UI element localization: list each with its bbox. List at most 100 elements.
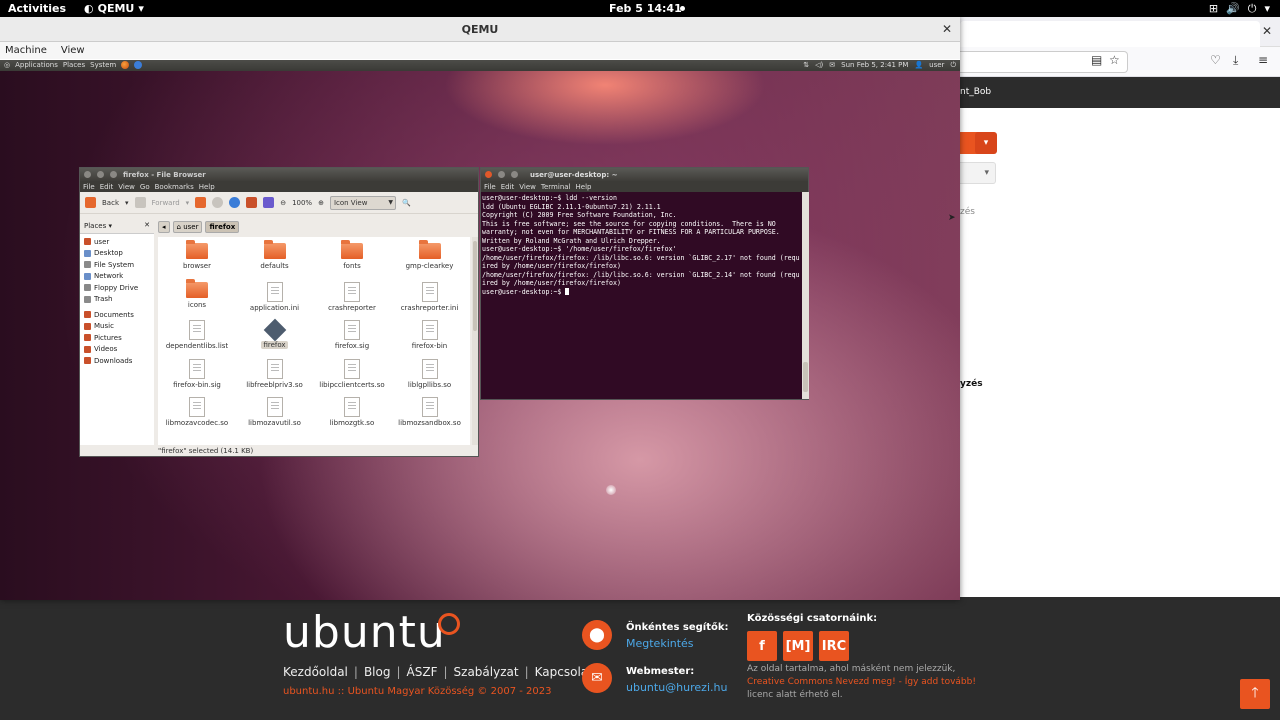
close-sidebar-icon[interactable]: ✕ [144, 221, 150, 229]
url-bar[interactable] [960, 51, 1128, 73]
fb-menu-go[interactable]: Go [140, 183, 150, 191]
power-icon[interactable]: ⏻ [950, 61, 956, 70]
places-select[interactable]: Places [84, 222, 106, 230]
scrollbar-thumb[interactable] [803, 362, 808, 392]
terminal-scrollbar[interactable] [802, 192, 809, 399]
guest-clock[interactable]: Sun Feb 5, 2:41 PM [841, 61, 908, 70]
firefox-tab[interactable] [960, 21, 1260, 47]
guest-menu-applications[interactable]: Applications [15, 61, 58, 69]
fb-menu-file[interactable]: File [83, 183, 95, 191]
irc-icon[interactable]: IRC [819, 631, 849, 661]
minimize-icon[interactable] [97, 171, 104, 178]
guest-menu-places[interactable]: Places [63, 61, 85, 69]
file-item[interactable]: firefox [236, 318, 314, 349]
place-music[interactable]: Music [80, 321, 154, 333]
place-network[interactable]: Network [80, 271, 154, 283]
terminal-titlebar[interactable]: user@user-desktop: ~ [481, 168, 808, 181]
path-crumb-firefox[interactable]: firefox [205, 220, 240, 233]
ubuntu-logo[interactable]: ubuntu [283, 607, 446, 658]
footer-link-blog[interactable]: Blog [364, 665, 391, 679]
reload-icon[interactable] [229, 197, 241, 208]
bookmark-star-icon[interactable]: ☆ [1109, 53, 1120, 67]
pocket-icon[interactable]: ♡ [1210, 53, 1221, 67]
term-menu-edit[interactable]: Edit [501, 183, 515, 191]
license-link[interactable]: Creative Commons Nevezd meg! - Így add t… [747, 676, 987, 689]
close-icon[interactable] [84, 171, 91, 178]
ubuntu-menu-icon[interactable]: ◎ [4, 61, 10, 69]
zoom-out-icon[interactable]: ⊖ [280, 199, 286, 207]
icon-view-scrollbar[interactable] [472, 237, 478, 445]
downloads-icon[interactable]: ⤓ [1233, 53, 1238, 68]
file-item[interactable]: libmozavcodec.so [158, 397, 236, 427]
file-item[interactable]: dependentlibs.list [158, 320, 236, 350]
help-launcher-icon[interactable] [134, 61, 143, 69]
footer-link-rules[interactable]: Szabályzat [454, 665, 519, 679]
guest-user[interactable]: user [929, 61, 944, 70]
scroll-to-top-button[interactable]: 🡑 [1240, 679, 1270, 709]
file-item[interactable]: libmozavutil.so [236, 397, 314, 427]
place-desktop[interactable]: Desktop [80, 248, 154, 260]
fb-menu-view[interactable]: View [118, 183, 135, 191]
qemu-titlebar[interactable]: QEMU ✕ [0, 17, 960, 42]
fb-menu-bookmarks[interactable]: Bookmarks [155, 183, 194, 191]
place-pictures[interactable]: Pictures [80, 332, 154, 344]
file-browser-titlebar[interactable]: firefox - File Browser [80, 168, 478, 181]
back-button[interactable]: Back [102, 199, 119, 207]
terminal-prompt-line[interactable]: user@user-desktop:~$ [482, 287, 802, 297]
scrollbar-thumb[interactable] [473, 241, 477, 331]
menu-machine[interactable]: Machine [5, 45, 47, 59]
maximize-icon[interactable] [110, 171, 117, 178]
facebook-icon[interactable]: f [747, 631, 777, 661]
terminal-output[interactable]: user@user-desktop:~$ ldd --version ldd (U… [481, 192, 802, 399]
file-item[interactable]: libfreeblpriv3.so [236, 358, 314, 389]
place-file-system[interactable]: File System [80, 259, 154, 271]
chevron-down-icon[interactable]: ▾ [125, 199, 129, 207]
place-documents[interactable]: Documents [80, 309, 154, 321]
place-downloads[interactable]: Downloads [80, 355, 154, 367]
place-user[interactable]: user [80, 236, 154, 248]
stop-icon[interactable] [212, 197, 224, 208]
matrix-icon[interactable]: [M] [783, 631, 813, 661]
volume-icon[interactable]: ◁) [815, 61, 823, 70]
volunteers-link[interactable]: Megtekintés [626, 637, 694, 650]
chevron-down-icon[interactable]: ▾ [186, 199, 190, 207]
file-item[interactable]: libmozsandbox.so [391, 397, 469, 427]
dropdown-toggle[interactable]: ▾ [975, 132, 997, 154]
maximize-icon[interactable] [511, 171, 518, 178]
file-item[interactable]: firefox.sig [313, 320, 391, 350]
place-trash[interactable]: Trash [80, 294, 154, 306]
firefox-launcher-icon[interactable] [121, 61, 130, 69]
footer-link-home[interactable]: Kezdőoldal [283, 665, 348, 679]
file-item[interactable]: gmp-clearkey [391, 240, 469, 270]
fb-menu-edit[interactable]: Edit [100, 183, 114, 191]
file-item[interactable]: liblgpllibs.so [391, 358, 469, 389]
file-item[interactable]: crashreporter.ini [391, 281, 469, 312]
minimize-icon[interactable] [498, 171, 505, 178]
tab-close-icon[interactable]: ✕ [1262, 24, 1272, 38]
file-item[interactable]: libipcclientcerts.so [313, 358, 391, 389]
zoom-in-icon[interactable]: ⊕ [318, 199, 324, 207]
search-icon[interactable]: 🔍 [402, 199, 411, 207]
term-menu-terminal[interactable]: Terminal [541, 183, 571, 191]
user-name-fragment[interactable]: nt_Bob [960, 87, 991, 97]
file-item[interactable]: icons [158, 278, 236, 309]
view-mode-select[interactable]: Icon View ▼ [329, 195, 396, 210]
close-icon[interactable] [485, 171, 492, 178]
computer-icon[interactable] [263, 197, 275, 208]
up-arrow-icon[interactable] [195, 197, 207, 208]
reader-view-icon[interactable]: ▤ [1091, 53, 1102, 67]
term-menu-view[interactable]: View [519, 183, 536, 191]
app-menu[interactable]: ◐ QEMU ▾ [84, 2, 144, 15]
file-item[interactable]: firefox-bin.sig [158, 358, 236, 389]
term-menu-help[interactable]: Help [576, 183, 592, 191]
place-floppy-drive[interactable]: Floppy Drive [80, 282, 154, 294]
file-item[interactable]: browser [158, 240, 236, 270]
path-left-arrow[interactable]: ◂ [158, 220, 170, 233]
window-close-icon[interactable]: ✕ [942, 17, 952, 42]
path-crumb-user[interactable]: ⌂ user [172, 220, 203, 233]
file-item[interactable]: crashreporter [313, 281, 391, 312]
hamburger-menu-icon[interactable]: ≡ [1258, 53, 1268, 67]
activities-button[interactable]: Activities [8, 2, 66, 15]
guest-menu-system[interactable]: System [90, 61, 116, 69]
clock[interactable]: Feb 5 14:41 [609, 2, 682, 15]
